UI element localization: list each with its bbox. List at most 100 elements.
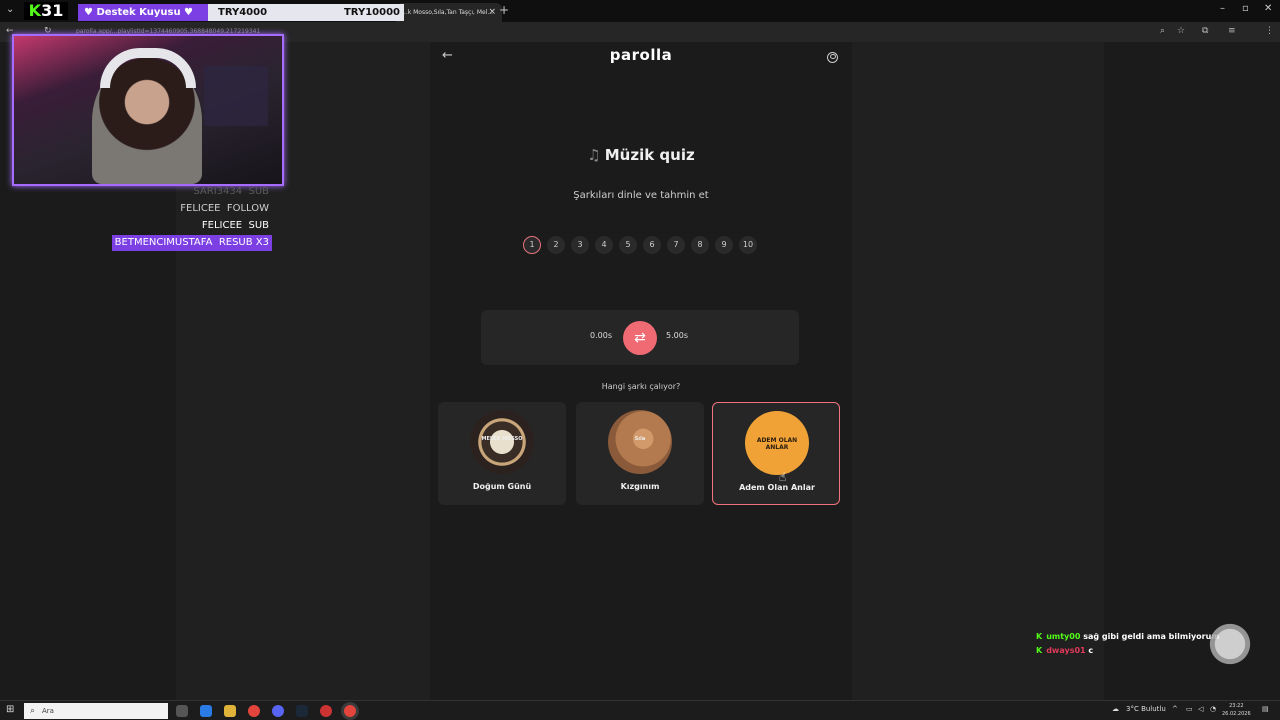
donation-title: ♥ Destek Kuyusu ♥ xyxy=(78,4,208,21)
event-user: FELICEE xyxy=(180,203,221,214)
search-placeholder: Ara xyxy=(42,707,54,715)
donation-goal-bar: ♥ Destek Kuyusu ♥ TRY4000 TRY10000 xyxy=(78,4,404,21)
browser-tab[interactable]: ...k Mosso,Sıla,Tan Taşçı, Mel... × xyxy=(396,3,502,22)
answer-option-2[interactable]: Sıla Kızgınım xyxy=(576,402,704,505)
weather-icon[interactable]: ☁ xyxy=(1112,705,1119,713)
option-label: Kızgınım xyxy=(620,482,660,491)
new-tab-icon[interactable]: + xyxy=(499,3,509,17)
event-type: SUB xyxy=(248,186,269,197)
minimize-icon[interactable]: – xyxy=(1220,3,1225,14)
replay-button[interactable]: ⇄ xyxy=(623,321,657,355)
answer-option-1[interactable]: MELEK MOSSO Doğum Günü xyxy=(438,402,566,505)
event-type: RESUB X3 xyxy=(218,237,269,248)
subtitle: Şarkıları dinle ve tahmin et xyxy=(573,190,709,201)
answer-option-3[interactable]: ADEM OLAN ANLAR Adem Olan Anlar xyxy=(712,402,840,505)
event-item-highlight: BETMENCIMUSTAFA RESUB X3 xyxy=(111,235,272,251)
app-header: ← parolla xyxy=(430,42,852,72)
event-item: SARI3434 SUB xyxy=(120,184,272,200)
more-icon[interactable]: ⋮ xyxy=(1265,26,1274,36)
tab-title: ...k Mosso,Sıla,Tan Taşçı, Mel... xyxy=(402,9,494,16)
task-view-icon[interactable] xyxy=(176,705,188,717)
volume-icon[interactable]: ◁ xyxy=(1198,705,1203,713)
discord-icon[interactable] xyxy=(272,705,284,717)
file-explorer-icon[interactable] xyxy=(224,705,236,717)
user-icon[interactable] xyxy=(827,52,838,63)
edge-icon[interactable] xyxy=(200,705,212,717)
question-text: Hangi şarkı çalıyor? xyxy=(601,382,681,391)
event-user: BETMENCIMUSTAFA xyxy=(114,237,213,248)
step-3[interactable]: 3 xyxy=(571,236,589,254)
chat-text: c xyxy=(1088,646,1094,655)
network-icon[interactable]: ▭ xyxy=(1186,705,1193,713)
logo-number: 31 xyxy=(41,1,64,20)
notification-icon[interactable]: ▤ xyxy=(1262,705,1269,713)
event-user: FELICEE xyxy=(201,220,243,231)
obs-icon[interactable] xyxy=(320,705,332,717)
wifi-icon[interactable]: ◔ xyxy=(1210,705,1216,713)
title-text: Müzik quiz xyxy=(604,146,695,164)
option-label: Adem Olan Anlar xyxy=(739,483,815,492)
tab-search-icon[interactable]: ⌄ xyxy=(6,4,14,15)
step-6[interactable]: 6 xyxy=(643,236,661,254)
music-note-icon: ♫ xyxy=(587,146,601,164)
kick-badge-icon: K xyxy=(1036,632,1043,641)
webcam-feed xyxy=(12,34,284,186)
extensions-icon[interactable]: ⧉ xyxy=(1202,26,1208,36)
chrome-active-icon[interactable] xyxy=(344,705,356,717)
step-2[interactable]: 2 xyxy=(547,236,565,254)
event-item: FELICEE FOLLOW xyxy=(120,201,272,217)
album-cover: MELEK MOSSO xyxy=(470,410,534,474)
windows-start-icon[interactable]: ⊞ xyxy=(6,704,14,715)
brand-logo[interactable]: parolla xyxy=(430,46,852,64)
step-9[interactable]: 9 xyxy=(715,236,733,254)
event-user: SARI3434 xyxy=(193,186,243,197)
tray-arrow-icon[interactable]: ^ xyxy=(1172,705,1178,713)
kick-badge-icon: K xyxy=(1036,646,1043,655)
page-title: ♫ Müzik quiz xyxy=(430,146,852,164)
repeat-icon: ⇄ xyxy=(634,330,646,346)
cover-text: MELEK MOSSO xyxy=(481,436,523,442)
donation-goal: TRY10000 xyxy=(343,7,400,18)
search-icon: ⌕ xyxy=(30,706,36,716)
step-4[interactable]: 4 xyxy=(595,236,613,254)
menu-icon[interactable]: ≡ xyxy=(1228,26,1236,36)
chat-user: dways01 xyxy=(1046,646,1086,655)
weather-text[interactable]: 3°C Bulutlu xyxy=(1126,705,1166,713)
hand-cursor-icon: ☝ xyxy=(779,470,787,484)
maximize-icon[interactable]: ▫ xyxy=(1242,3,1249,14)
event-type: FOLLOW xyxy=(226,203,269,214)
step-1[interactable]: 1 xyxy=(523,236,541,254)
clock-date: 26.02.2026 xyxy=(1222,711,1251,717)
event-type: SUB xyxy=(248,220,269,231)
chrome-icon[interactable] xyxy=(248,705,260,717)
step-5[interactable]: 5 xyxy=(619,236,637,254)
cover-text: Sıla xyxy=(634,436,646,442)
bookmark-star-icon[interactable]: ☆ xyxy=(1177,26,1185,36)
steam-icon[interactable] xyxy=(296,705,308,717)
event-feed: SARI3434 SUB FELICEE FOLLOW FELICEE SUB … xyxy=(111,184,272,252)
kick-logo: K31 xyxy=(24,2,68,20)
headphones-icon xyxy=(100,48,196,88)
taskbar: ⊞ ⌕ Ara ☁ 3°C Bulutlu ^ ▭ ◁ ◔ 23:22 26.0… xyxy=(0,700,1280,720)
time-end: 5.00s xyxy=(666,331,688,340)
taskbar-search[interactable]: ⌕ Ara xyxy=(24,703,168,719)
option-label: Doğum Günü xyxy=(472,482,532,491)
quiz-app: ← parolla ♫ Müzik quiz Şarkıları dinle ve… xyxy=(430,42,852,700)
zoom-icon[interactable]: ⌕ xyxy=(1160,26,1165,36)
right-panel xyxy=(852,42,1104,700)
time-start: 0.00s xyxy=(590,331,612,340)
webcam-background xyxy=(204,66,268,126)
step-10[interactable]: 10 xyxy=(739,236,757,254)
audio-player: 0.00s ⇄ 5.00s xyxy=(481,310,799,365)
cover-text: ADEM OLAN ANLAR xyxy=(756,437,798,451)
chat-user: umty00 xyxy=(1046,632,1081,641)
step-indicator: 1 2 3 4 5 6 7 8 9 10 xyxy=(523,236,759,256)
event-item: FELICEE SUB xyxy=(120,218,272,234)
step-8[interactable]: 8 xyxy=(691,236,709,254)
step-7[interactable]: 7 xyxy=(667,236,685,254)
close-window-icon[interactable]: ✕ xyxy=(1264,3,1272,14)
clock[interactable]: 23:22 26.02.2026 xyxy=(1222,702,1251,718)
logo-k: K xyxy=(28,1,42,20)
clock-time: 23:22 xyxy=(1229,703,1244,709)
tab-close-icon[interactable]: × xyxy=(488,3,496,22)
